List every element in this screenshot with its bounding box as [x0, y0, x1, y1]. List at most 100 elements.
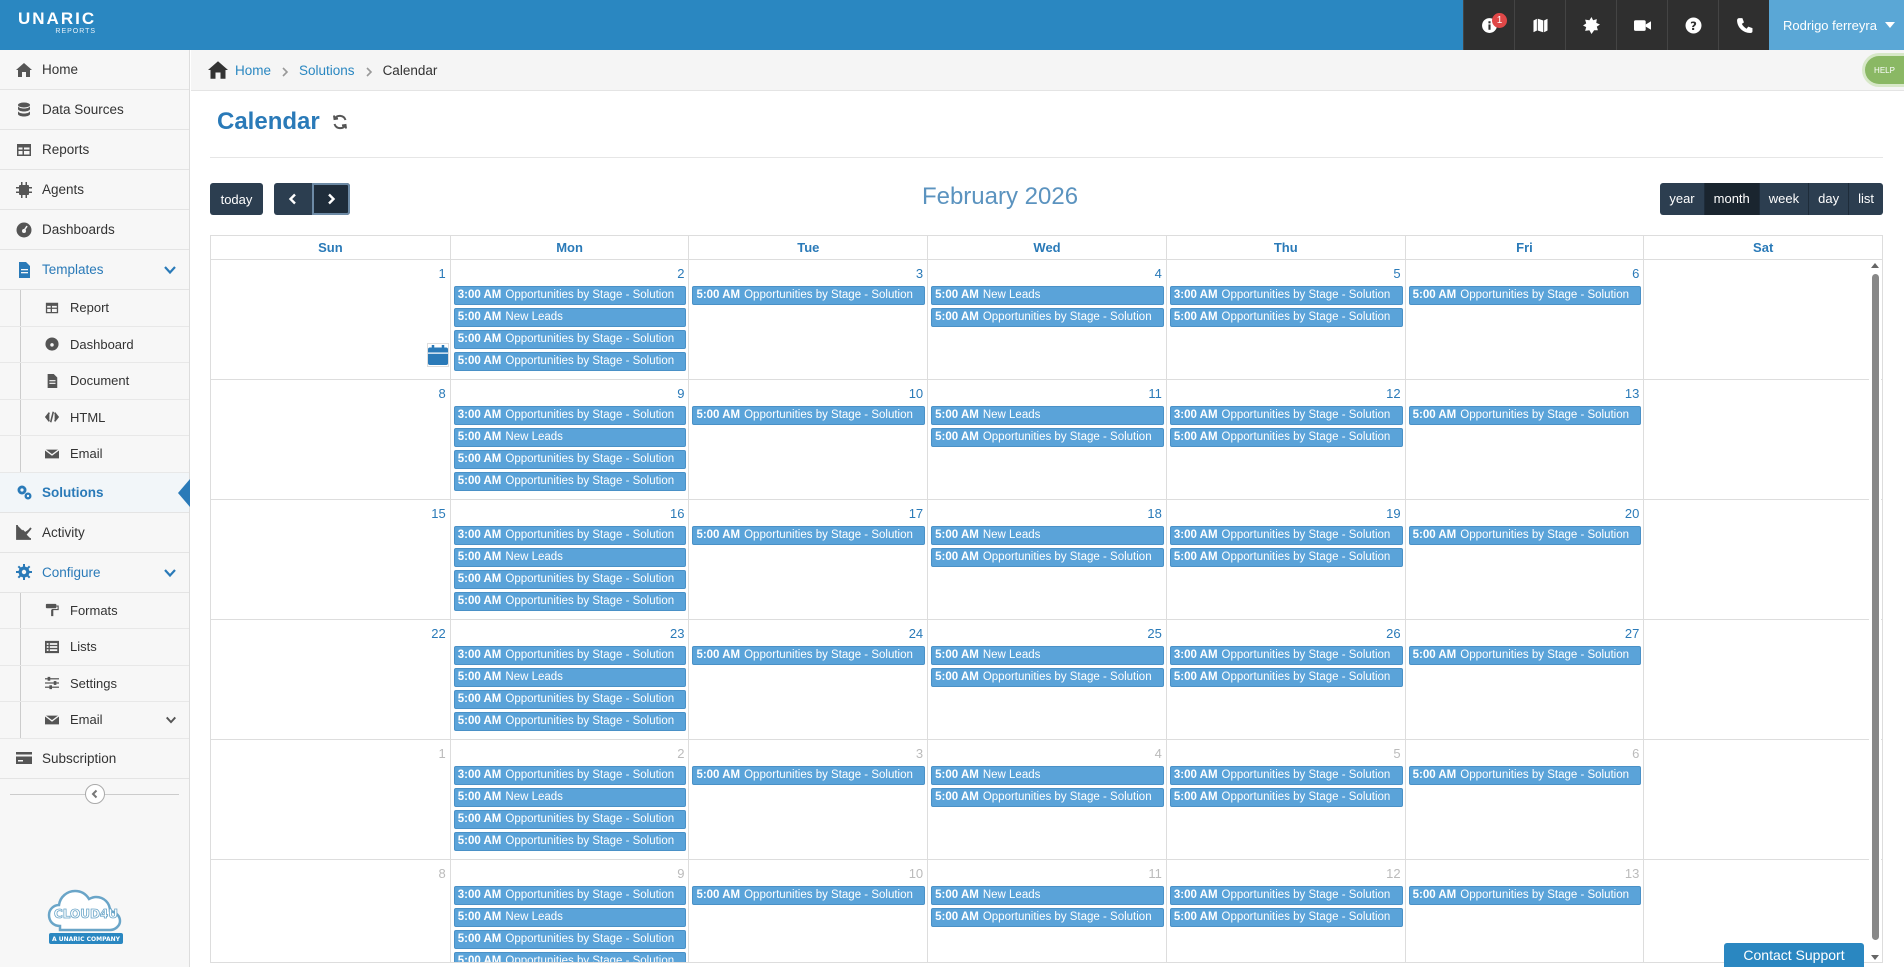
calendar-day-cell[interactable] [1643, 740, 1882, 859]
calendar-event[interactable]: 3:00 AM Opportunities by Stage - Solution [453, 286, 687, 305]
scroll-down-arrow[interactable] [1871, 955, 1879, 960]
day-number[interactable]: 10 [909, 386, 923, 401]
day-number[interactable]: 1 [438, 266, 445, 281]
calendar-event[interactable]: 5:00 AM Opportunities by Stage - Solution [692, 526, 926, 545]
sidebar-sub-formats[interactable]: Formats [0, 592, 189, 629]
sidebar-item-configure[interactable]: Configure [0, 553, 189, 593]
calendar-event[interactable]: 5:00 AM Opportunities by Stage - Solution [931, 428, 1164, 447]
view-week-button[interactable]: week [1758, 183, 1808, 215]
day-number[interactable]: 22 [431, 626, 445, 641]
calendar-event[interactable]: 5:00 AM New Leads [453, 668, 687, 687]
sidebar-item-solutions[interactable]: Solutions [0, 472, 190, 513]
calendar-event[interactable]: 5:00 AM Opportunities by Stage - Solution [453, 330, 687, 349]
calendar-day-cell[interactable]: 2 3:00 AM Opportunities by Stage - Solutio… [449, 740, 689, 859]
day-number[interactable]: 9 [677, 386, 684, 401]
calendar-day-cell[interactable] [1643, 380, 1882, 499]
day-number[interactable]: 6 [1632, 746, 1639, 761]
day-number[interactable]: 13 [1625, 866, 1639, 881]
calendar-day-cell[interactable]: 11 5:00 AM New Leads 5:00 AM Opportunities b… [927, 860, 1166, 962]
calendar-event[interactable]: 3:00 AM Opportunities by Stage - Solution [453, 646, 687, 665]
calendar-day-cell[interactable]: 3 5:00 AM Opportunities by Stage - Solutio… [688, 260, 927, 379]
calendar-day-cell[interactable]: 15 [211, 500, 450, 619]
video-button[interactable] [1616, 0, 1667, 50]
calendar-day-cell[interactable]: 27 5:00 AM Opportunities by Stage - Soluti… [1404, 620, 1644, 739]
calendar-event[interactable]: 5:00 AM New Leads [931, 766, 1164, 785]
calendar-event[interactable]: 5:00 AM New Leads [453, 788, 687, 807]
calendar-day-cell[interactable]: 4 5:00 AM New Leads 5:00 AM Opportunities by… [927, 740, 1166, 859]
calendar-event[interactable]: 5:00 AM Opportunities by Stage - Solution [1169, 428, 1403, 447]
day-number[interactable]: 19 [1386, 506, 1400, 521]
user-menu[interactable]: Rodrigo ferreyra [1769, 0, 1904, 50]
calendar-event[interactable]: 5:00 AM New Leads [453, 308, 687, 327]
sidebar-sub-dashboard[interactable]: Dashboard [0, 326, 189, 363]
calendar-day-cell[interactable]: 8 [211, 860, 450, 962]
calendar-event[interactable]: 5:00 AM Opportunities by Stage - Solution [931, 668, 1164, 687]
calendar-day-cell[interactable]: 13 5:00 AM Opportunities by Stage - Soluti… [1404, 860, 1644, 962]
settings-burst-button[interactable] [1565, 0, 1616, 50]
calendar-day-cell[interactable]: 5 3:00 AM Opportunities by Stage - Solutio… [1165, 260, 1405, 379]
day-number[interactable]: 5 [1393, 746, 1400, 761]
calendar-event[interactable]: 5:00 AM Opportunities by Stage - Solution [453, 570, 687, 589]
calendar-event[interactable]: 5:00 AM Opportunities by Stage - Solution [692, 286, 926, 305]
sidebar-sub-lists[interactable]: Lists [0, 629, 189, 666]
calendar-event[interactable]: 3:00 AM Opportunities by Stage - Solution [453, 526, 687, 545]
calendar-day-cell[interactable] [1643, 260, 1882, 379]
day-number[interactable]: 2 [677, 746, 684, 761]
breadcrumb-home-link[interactable]: Home [235, 63, 271, 78]
calendar-day-cell[interactable]: 12 3:00 AM Opportunities by Stage - Soluti… [1165, 860, 1405, 962]
scroll-thumb[interactable] [1872, 274, 1879, 940]
sidebar-collapse-button[interactable] [84, 783, 105, 804]
calendar-day-cell[interactable]: 1 [211, 260, 450, 379]
calendar-day-cell[interactable]: 3 5:00 AM Opportunities by Stage - Solutio… [688, 740, 927, 859]
calendar-day-cell[interactable]: 6 5:00 AM Opportunities by Stage - Solutio… [1404, 740, 1644, 859]
sidebar-sub-email[interactable]: Email [0, 436, 189, 473]
day-number[interactable]: 3 [916, 746, 923, 761]
calendar-day-cell[interactable]: 10 5:00 AM Opportunities by Stage - Soluti… [688, 380, 927, 499]
scroll-up-arrow[interactable] [1871, 263, 1879, 268]
calendar-event[interactable]: 5:00 AM New Leads [453, 548, 687, 567]
day-number[interactable]: 12 [1386, 386, 1400, 401]
today-button[interactable]: today [210, 183, 263, 215]
help-button[interactable]: ? [1667, 0, 1718, 50]
view-day-button[interactable]: day [1808, 183, 1848, 215]
help-tab[interactable]: HELP [1862, 53, 1904, 87]
calendar-day-cell[interactable]: 23 3:00 AM Opportunities by Stage - Soluti… [449, 620, 689, 739]
calendar-day-cell[interactable]: 12 3:00 AM Opportunities by Stage - Soluti… [1165, 380, 1405, 499]
calendar-day-cell[interactable]: 16 3:00 AM Opportunities by Stage - Soluti… [449, 500, 689, 619]
calendar-event[interactable]: 5:00 AM New Leads [931, 526, 1164, 545]
sidebar-item-activity[interactable]: Activity [0, 513, 189, 553]
day-number[interactable]: 5 [1393, 266, 1400, 281]
calendar-event[interactable]: 3:00 AM Opportunities by Stage - Solution [1169, 406, 1403, 425]
calendar-day-cell[interactable]: 8 [211, 380, 450, 499]
calendar-event[interactable]: 5:00 AM Opportunities by Stage - Solution [1408, 766, 1642, 785]
calendar-event[interactable]: 5:00 AM New Leads [931, 886, 1164, 905]
calendar-event[interactable]: 5:00 AM Opportunities by Stage - Solution [453, 592, 687, 611]
calendar-event[interactable]: 5:00 AM New Leads [453, 908, 687, 927]
sidebar-item-reports[interactable]: Reports [0, 130, 189, 170]
day-number[interactable]: 20 [1625, 506, 1639, 521]
day-number[interactable]: 4 [1155, 266, 1162, 281]
calendar-day-cell[interactable]: 20 5:00 AM Opportunities by Stage - Soluti… [1404, 500, 1644, 619]
sidebar-item-agents[interactable]: Agents [0, 170, 189, 210]
day-number[interactable]: 8 [438, 386, 445, 401]
calendar-event[interactable]: 5:00 AM Opportunities by Stage - Solution [931, 908, 1164, 927]
calendar-day-cell[interactable]: 6 5:00 AM Opportunities by Stage - Solutio… [1404, 260, 1644, 379]
day-number[interactable]: 8 [438, 866, 445, 881]
sidebar-item-subscription[interactable]: Subscription [0, 739, 189, 779]
calendar-event[interactable]: 5:00 AM Opportunities by Stage - Solution [453, 450, 687, 469]
calendar-event[interactable]: 5:00 AM Opportunities by Stage - Solution [453, 472, 687, 491]
calendar-day-cell[interactable]: 13 5:00 AM Opportunities by Stage - Soluti… [1404, 380, 1644, 499]
notifications-button[interactable]: 1 [1463, 0, 1514, 50]
calendar-event[interactable]: 5:00 AM Opportunities by Stage - Solution [1169, 548, 1403, 567]
contact-support-button[interactable]: Contact Support [1724, 943, 1864, 967]
day-number[interactable]: 10 [909, 866, 923, 881]
calendar-day-cell[interactable]: 1 [211, 740, 450, 859]
calendar-event[interactable]: 3:00 AM Opportunities by Stage - Solution [453, 766, 687, 785]
day-number[interactable]: 6 [1632, 266, 1639, 281]
calendar-event[interactable]: 3:00 AM Opportunities by Stage - Solution [453, 886, 687, 905]
calendar-event[interactable]: 5:00 AM Opportunities by Stage - Solution [1169, 668, 1403, 687]
sidebar-sub-settings[interactable]: Settings [0, 665, 189, 702]
calendar-scrollbar[interactable] [1869, 260, 1881, 962]
day-number[interactable]: 15 [431, 506, 445, 521]
calendar-event[interactable]: 5:00 AM Opportunities by Stage - Solution [1408, 406, 1642, 425]
